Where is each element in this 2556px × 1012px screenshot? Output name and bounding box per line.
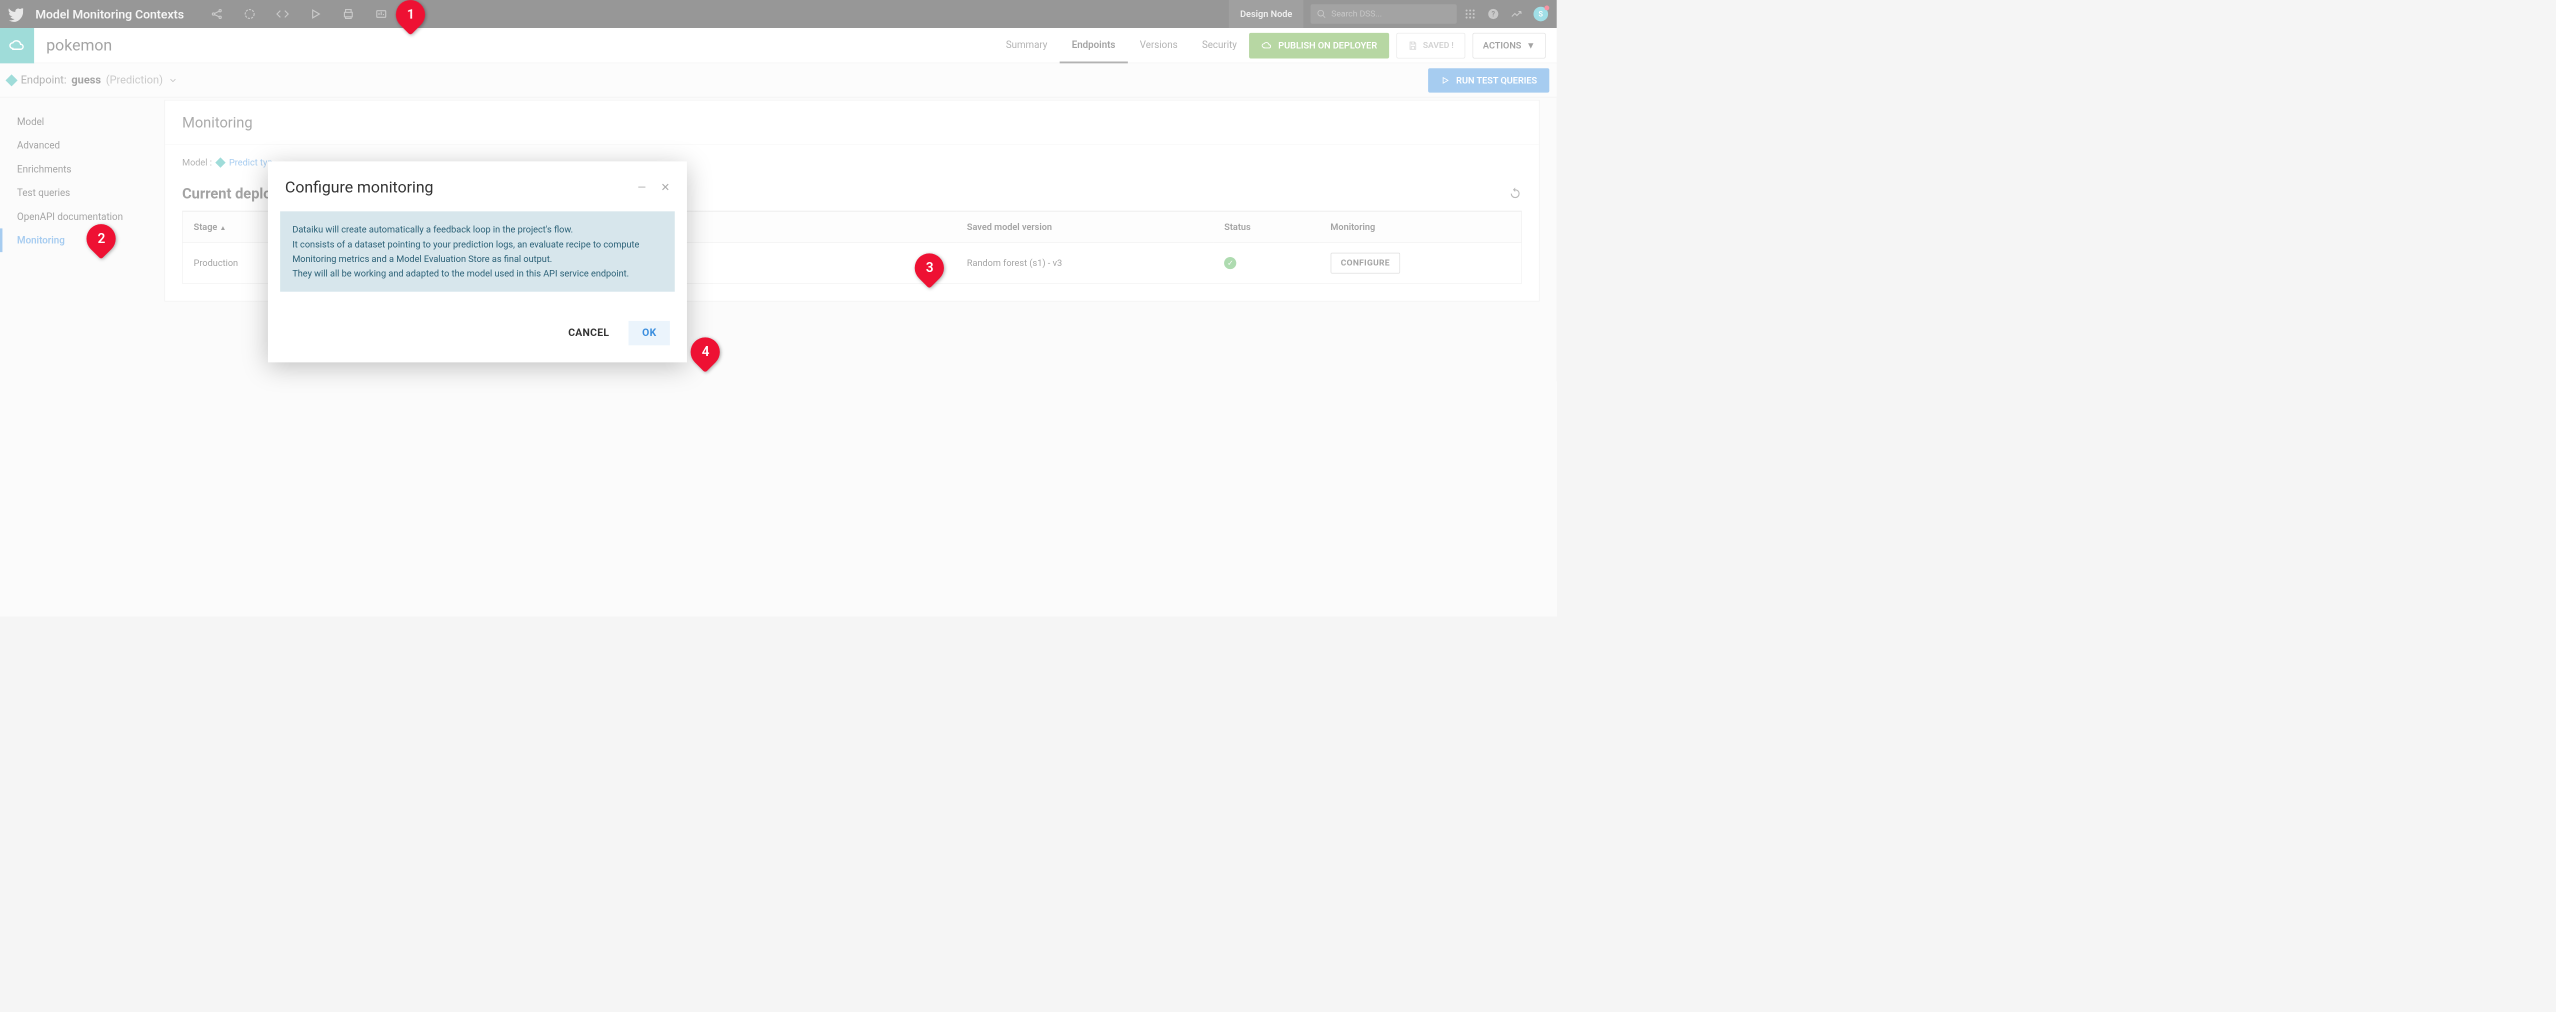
info-line-1: Dataiku will create automatically a feed… — [292, 222, 662, 237]
info-line-2: It consists of a dataset pointing to you… — [292, 237, 662, 266]
info-line-3: They will all be working and adapted to … — [292, 266, 662, 281]
configure-monitoring-modal: Configure monitoring — ✕ Dataiku will cr… — [268, 161, 687, 362]
info-block: Dataiku will create automatically a feed… — [280, 211, 675, 291]
cancel-button[interactable]: CANCEL — [557, 321, 620, 345]
modal-body: Dataiku will create automatically a feed… — [268, 211, 687, 315]
modal-overlay[interactable] — [0, 0, 1557, 616]
modal-title: Configure monitoring — [285, 178, 433, 196]
close-icon[interactable]: ✕ — [661, 181, 670, 194]
modal-header: Configure monitoring — ✕ — [268, 161, 687, 211]
ok-button[interactable]: OK — [629, 321, 670, 345]
modal-footer: CANCEL OK — [268, 315, 687, 363]
minimize-icon[interactable]: — — [638, 181, 647, 194]
modal-controls: — ✕ — [638, 181, 670, 194]
